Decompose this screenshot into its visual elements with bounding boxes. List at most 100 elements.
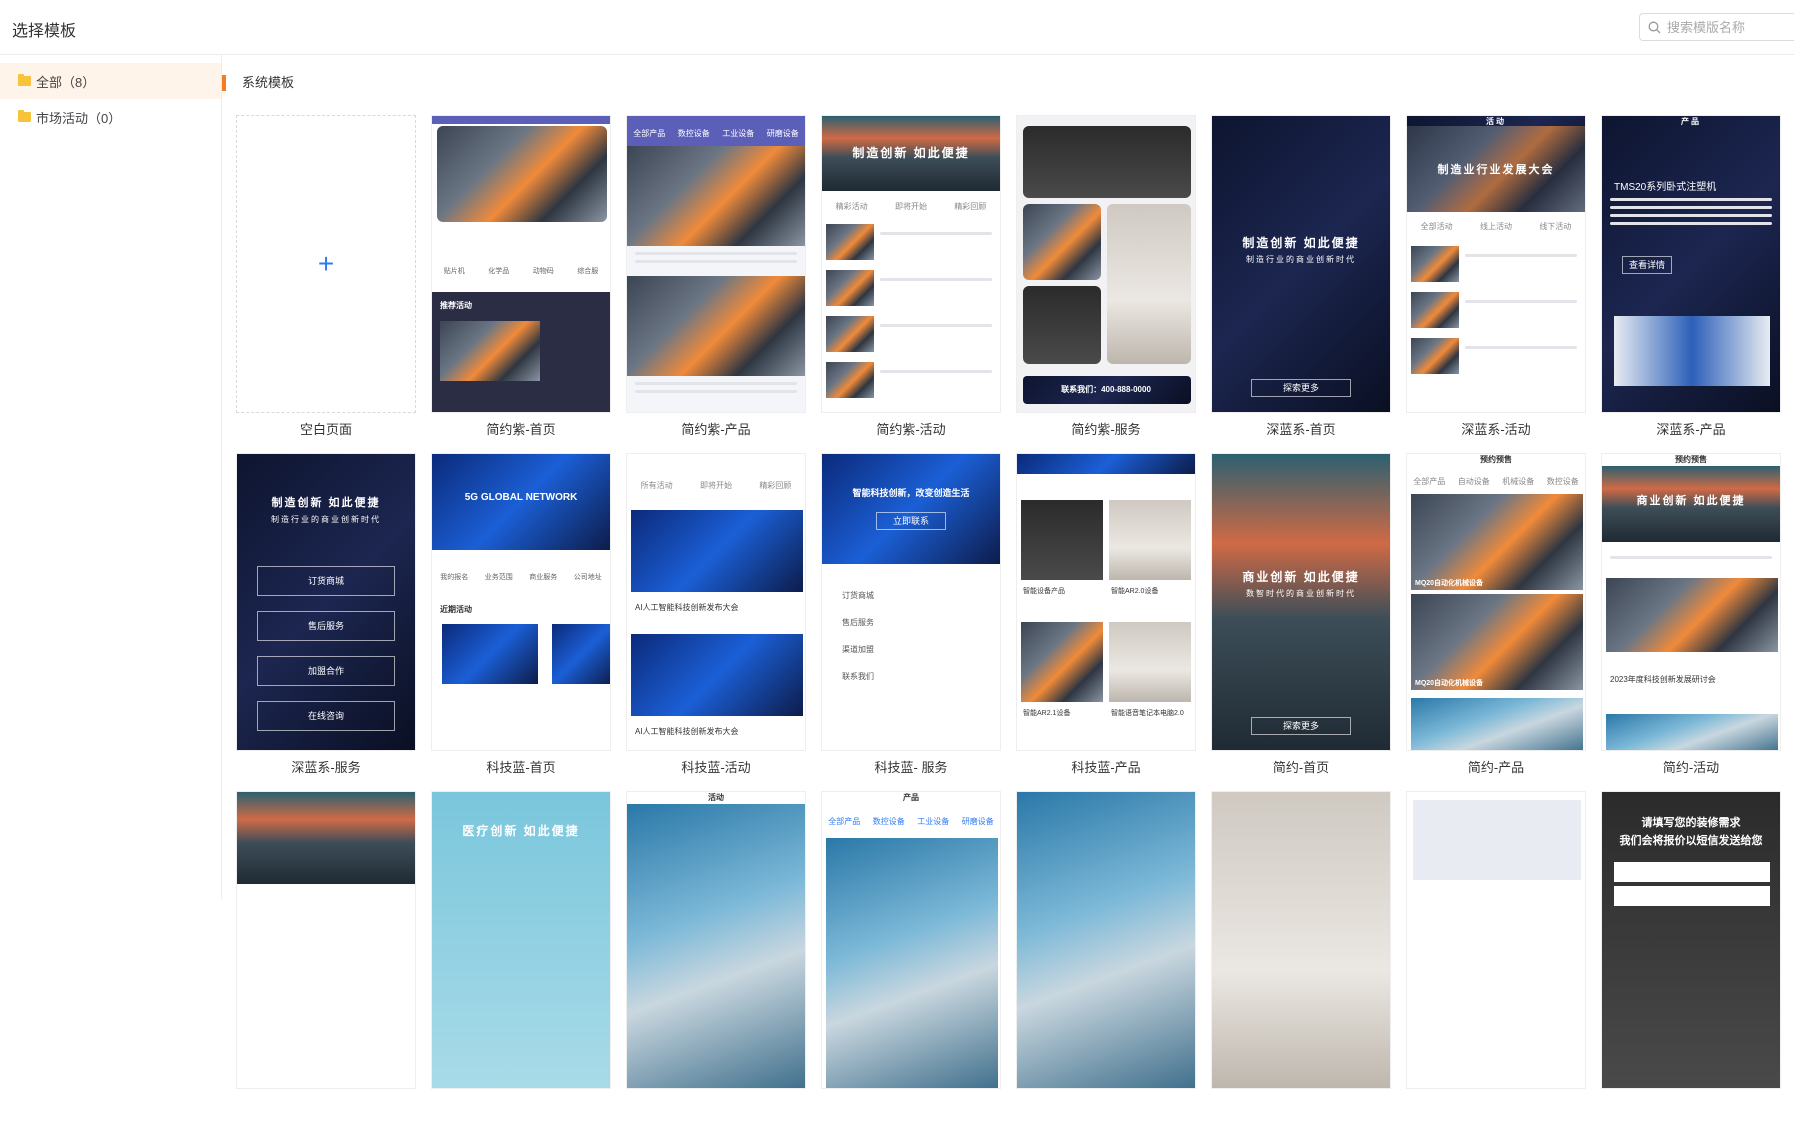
template-thumbnail[interactable] — [236, 791, 416, 1089]
thumbnail-tab: 即将开始 — [699, 481, 732, 490]
thumbnail-line — [635, 382, 797, 385]
template-card[interactable]: 产品 TMS20系列卧式注塑机 查看详情 深蓝系-产品 — [1601, 115, 1781, 453]
thumbnail-line — [635, 390, 797, 393]
template-name: 深蓝系-产品 — [1656, 422, 1726, 437]
thumbnail-image — [1023, 286, 1101, 364]
template-card[interactable]: 医疗创新 如此便捷 — [431, 791, 611, 1129]
template-thumbnail[interactable]: 产品 TMS20系列卧式注塑机 查看详情 — [1601, 115, 1781, 413]
thumbnail-image — [627, 804, 805, 1088]
template-thumbnail[interactable] — [1016, 791, 1196, 1089]
thumbnail-image — [440, 321, 540, 381]
plus-icon: + — [317, 248, 335, 279]
thumbnail-text: MQ20自动化机械设备 — [1415, 680, 1484, 687]
template-thumbnail[interactable] — [1211, 791, 1391, 1089]
sidebar-item-all[interactable]: 全部（8） — [0, 63, 221, 99]
thumbnail-image — [1023, 204, 1101, 280]
template-thumbnail[interactable]: 预约预售 商业创新 如此便捷 2023年度科技创新发展研讨会 — [1601, 453, 1781, 751]
thumbnail-image — [1614, 862, 1770, 882]
template-card[interactable] — [1016, 791, 1196, 1129]
template-thumbnail[interactable]: 商业创新 如此便捷 数智时代的商业创新时代 探索更多 — [1211, 453, 1391, 751]
thumbnail-tab: 精彩回顾 — [954, 202, 987, 211]
template-thumbnail[interactable]: 联系我们：400-888-0000 — [1016, 115, 1196, 413]
template-card[interactable]: 联系我们：400-888-0000 简约紫-服务 — [1016, 115, 1196, 453]
template-card[interactable]: 制造创新 如此便捷 制造行业的商业创新时代 订货商城 售后服务 加盟合作 在线咨询深蓝系-… — [236, 453, 416, 791]
thumbnail-image — [1017, 454, 1195, 474]
template-thumbnail[interactable]: 制造创新 如此便捷 制造行业的商业创新时代 订货商城 售后服务 加盟合作 在线咨询 — [236, 453, 416, 751]
template-thumbnail[interactable]: 请填写您的装修需求 我们会将报价以短信发送给您 — [1601, 791, 1781, 1089]
template-card[interactable]: + 空白页面 — [236, 115, 416, 453]
template-thumbnail[interactable]: 制造创新 如此便捷 精彩活动 即将开始 精彩回顾 — [821, 115, 1001, 413]
thumbnail-image — [1614, 886, 1770, 906]
thumbnail-image — [1614, 316, 1770, 386]
template-card[interactable]: 产品 全部产品 数控设备 工业设备 研磨设备 — [821, 791, 1001, 1129]
search-input[interactable] — [1667, 19, 1794, 35]
template-name: 科技蓝-活动 — [681, 760, 751, 775]
sidebar-item-marketing[interactable]: 市场活动（0） — [0, 99, 221, 135]
template-thumbnail[interactable]: 活动 — [626, 791, 806, 1089]
template-card[interactable]: 贴片机 化学品 动物码 综合服 推荐活动 简约紫-首页 — [431, 115, 611, 453]
thumbnail-image — [1107, 204, 1191, 364]
thumbnail-text: 产品 — [903, 793, 919, 802]
template-card[interactable]: 制造创新 如此便捷 制造行业的商业创新时代 探索更多 深蓝系-首页 — [1211, 115, 1391, 453]
template-card[interactable]: 活动 — [626, 791, 806, 1129]
template-name: 简约紫-服务 — [1071, 422, 1141, 437]
template-card[interactable]: 商业创新 如此便捷 数智时代的商业创新时代 探索更多 简约-首页 — [1211, 453, 1391, 791]
template-card[interactable]: 全部产品 数控设备 工业设备 研磨设备简约紫-产品 — [626, 115, 806, 453]
thumbnail-image — [1021, 622, 1103, 702]
thumbnail-line — [1465, 300, 1577, 303]
template-card[interactable]: 5G GLOBAL NETWORK 我的报名 业务范围 商业服务 公司地址 近期活动 科技蓝… — [431, 453, 611, 791]
template-thumbnail[interactable]: + — [236, 115, 416, 413]
template-thumbnail[interactable]: 全部产品 数控设备 工业设备 研磨设备 — [626, 115, 806, 413]
thumbnail-image — [826, 270, 874, 306]
template-card[interactable] — [1211, 791, 1391, 1129]
template-card[interactable]: 活动 制造业行业发展大会 全部活动 线上活动 线下活动 深蓝系-活动 — [1406, 115, 1586, 453]
template-card[interactable]: 智能设备产品 智能AR2.0设备 智能AR2.1设备 智能语音笔记本电脑2.0 科技蓝-… — [1016, 453, 1196, 791]
thumbnail-image — [1413, 800, 1581, 880]
template-name: 科技蓝- 服务 — [874, 760, 948, 775]
thumbnail-tab: 数控设备 — [677, 129, 710, 138]
template-thumbnail[interactable]: 智能设备产品 智能AR2.0设备 智能AR2.1设备 智能语音笔记本电脑2.0 — [1016, 453, 1196, 751]
thumbnail-button: 立即联系 — [876, 512, 946, 530]
template-card[interactable]: 预约预售 商业创新 如此便捷 2023年度科技创新发展研讨会 简约-活动 — [1601, 453, 1781, 791]
template-card[interactable]: 请填写您的装修需求 我们会将报价以短信发送给您 — [1601, 791, 1781, 1129]
thumbnail-line — [1465, 346, 1577, 349]
thumbnail-tabs: 全部活动 线上活动 线下活动 — [1407, 221, 1585, 232]
template-name — [1016, 1089, 1196, 1129]
template-thumbnail[interactable]: 预约预售 全部产品 自动设备 机械设备 数控设备 MQ20自动化机械设备 MQ20自动化机械… — [1406, 453, 1586, 751]
template-thumbnail[interactable]: 所有活动 即将开始 精彩回顾 AI人工智能科技创新发布大会 AI人工智能科技创新发布大会 — [626, 453, 806, 751]
template-thumbnail[interactable]: 贴片机 化学品 动物码 综合服 推荐活动 — [431, 115, 611, 413]
template-name: 简约-产品 — [1467, 760, 1525, 775]
thumbnail-tile: 化学品 — [488, 268, 510, 275]
template-card[interactable]: 预约预售 全部产品 自动设备 机械设备 数控设备 MQ20自动化机械设备 MQ20自动化机械… — [1406, 453, 1586, 791]
thumbnail-text: 产品 — [1681, 117, 1701, 126]
template-thumbnail[interactable]: 5G GLOBAL NETWORK 我的报名 业务范围 商业服务 公司地址 近期活动 — [431, 453, 611, 751]
thumbnail-tile: 公司地址 — [573, 574, 602, 581]
template-area: 系统模板 + 空白页面 贴片机 化学品 动物码 综合服 推荐活动 简约紫-首页 全部产品 数控设备… — [222, 55, 1794, 1089]
thumbnail-image — [1411, 494, 1583, 590]
template-thumbnail[interactable]: 产品 全部产品 数控设备 工业设备 研磨设备 — [821, 791, 1001, 1089]
template-card[interactable] — [1406, 791, 1586, 1129]
template-name: 科技蓝-产品 — [1071, 760, 1141, 775]
template-grid: + 空白页面 贴片机 化学品 动物码 综合服 推荐活动 简约紫-首页 全部产品 数控设备 工业设备研… — [236, 115, 1781, 1129]
thumbnail-line — [880, 370, 992, 373]
thumbnail-line — [1610, 556, 1772, 559]
template-card[interactable]: 所有活动 即将开始 精彩回顾 AI人工智能科技创新发布大会 AI人工智能科技创新发布大会… — [626, 453, 806, 791]
template-card[interactable]: 制造创新 如此便捷 精彩活动 即将开始 精彩回顾 简约紫-活动 — [821, 115, 1001, 453]
search-box[interactable] — [1639, 13, 1794, 41]
template-thumbnail[interactable]: 医疗创新 如此便捷 — [431, 791, 611, 1089]
template-thumbnail[interactable]: 制造创新 如此便捷 制造行业的商业创新时代 探索更多 — [1211, 115, 1391, 413]
thumbnail-text: AI人工智能科技创新发布大会 — [635, 603, 739, 612]
template-thumbnail[interactable] — [1406, 791, 1586, 1089]
template-name: 简约紫-产品 — [681, 422, 751, 437]
template-name: 深蓝系-服务 — [291, 760, 361, 775]
template-card[interactable] — [236, 791, 416, 1129]
template-thumbnail[interactable]: 智能科技创新，改变创造生活 立即联系 订货商城 售后服务 渠道加盟 联系我们 — [821, 453, 1001, 751]
template-thumbnail[interactable]: 活动 制造业行业发展大会 全部活动 线上活动 线下活动 — [1406, 115, 1586, 413]
thumbnail-image — [1212, 454, 1390, 750]
thumbnail-text: 制造行业的商业创新时代 — [271, 515, 381, 524]
template-card[interactable]: 智能科技创新，改变创造生活 立即联系 订货商城 售后服务 渠道加盟 联系我们科技蓝- 服务 — [821, 453, 1001, 791]
thumbnail-image — [1021, 500, 1103, 580]
template-name — [1406, 1089, 1586, 1129]
thumbnail-text: TMS20系列卧式注塑机 — [1614, 182, 1717, 193]
thumbnail-text: 联系我们：400-888-0000 — [1061, 385, 1151, 394]
